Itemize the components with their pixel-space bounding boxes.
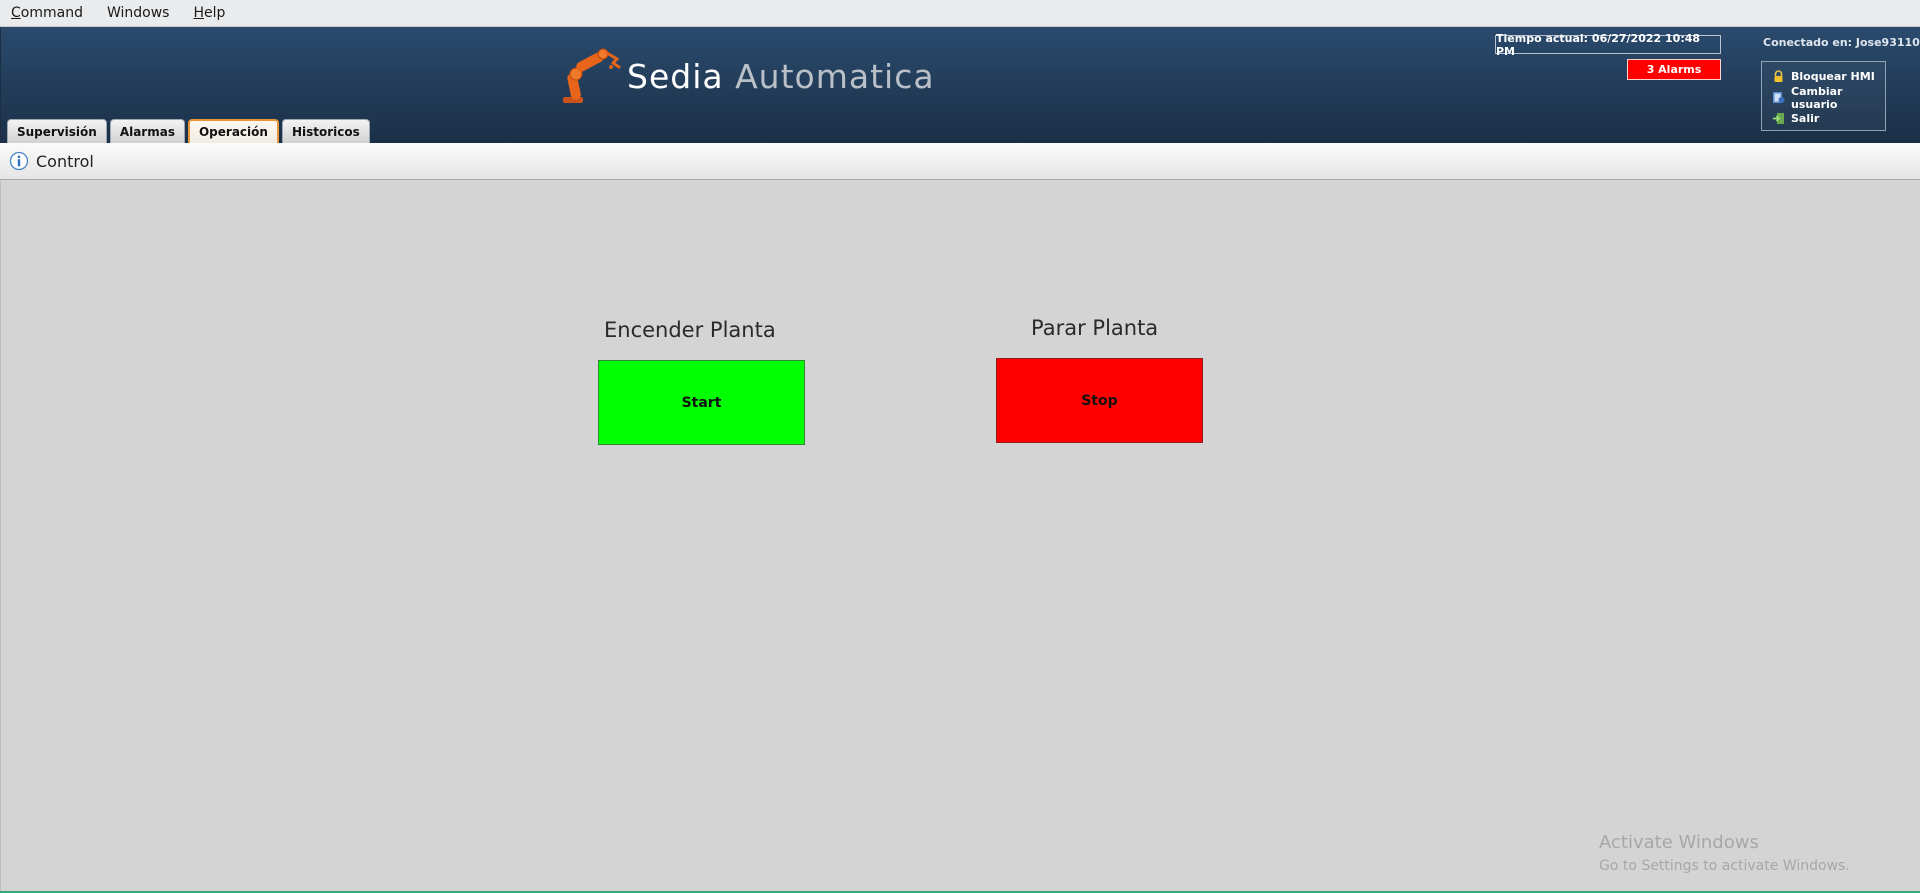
exit-button[interactable]: Salir [1762,108,1885,129]
watermark-line-2: Go to Settings to activate Windows. [1599,858,1850,874]
stop-button[interactable]: Stop [996,358,1203,443]
connected-user-label: Conectado en: Jose931102 [1763,36,1920,49]
alarms-indicator-button[interactable]: 3 Alarms [1627,59,1721,80]
change-user-button[interactable]: Cambiar usuario [1762,84,1885,111]
control-panel: Encender Planta Start Parar Planta Stop … [0,181,1920,893]
menu-command[interactable]: Command [0,0,95,27]
menu-windows-label: Windows [106,4,170,21]
section-header: Control [0,143,1920,180]
menu-windows[interactable]: Windows [95,0,182,27]
main-tabs: Supervisión Alarmas Operación Historicos [7,119,373,143]
menu-command-label: ommand [20,4,83,21]
tab-supervision[interactable]: Supervisión [7,119,107,143]
stop-plant-caption: Parar Planta [1031,316,1159,340]
robot-arm-icon [563,48,621,103]
menu-help[interactable]: Help [181,0,237,27]
start-button[interactable]: Start [598,360,805,445]
exit-label: Salir [1791,112,1820,125]
user-actions-panel: Bloquear HMI Cambiar usuario Salir [1761,61,1886,131]
brand-logo: Sedia Automatica [561,45,935,107]
menu-command-mnemonic: C [11,4,21,21]
tab-operacion[interactable]: Operación [187,119,279,143]
menu-help-mnemonic: H [193,4,204,21]
brand-word-2: Automatica [735,56,935,96]
brand-name: Sedia Automatica [627,57,935,96]
change-user-label: Cambiar usuario [1791,84,1843,111]
info-icon [9,151,29,171]
current-time-display: Tiempo actual: 06/27/2022 10:48 PM [1495,32,1721,58]
exit-icon [1772,112,1785,125]
tab-historicos[interactable]: Historicos [281,119,370,143]
menu-help-label: elp [204,4,226,21]
menu-bar: Command Windows Help [0,0,1920,27]
page-title: Control [36,151,94,171]
brand-word-1: Sedia [627,56,724,96]
watermark-line-1: Activate Windows [1599,832,1759,853]
change-user-icon [1772,91,1785,104]
start-plant-caption: Encender Planta [604,318,776,342]
app-header: Sedia Automatica Tiempo actual: 06/27/20… [0,27,1920,143]
lock-icon [1772,70,1785,83]
lock-hmi-label: Bloquear HMI [1791,70,1875,83]
windows-activation-watermark: Activate Windows Go to Settings to activ… [1599,832,1850,876]
tab-alarmas[interactable]: Alarmas [109,119,185,143]
